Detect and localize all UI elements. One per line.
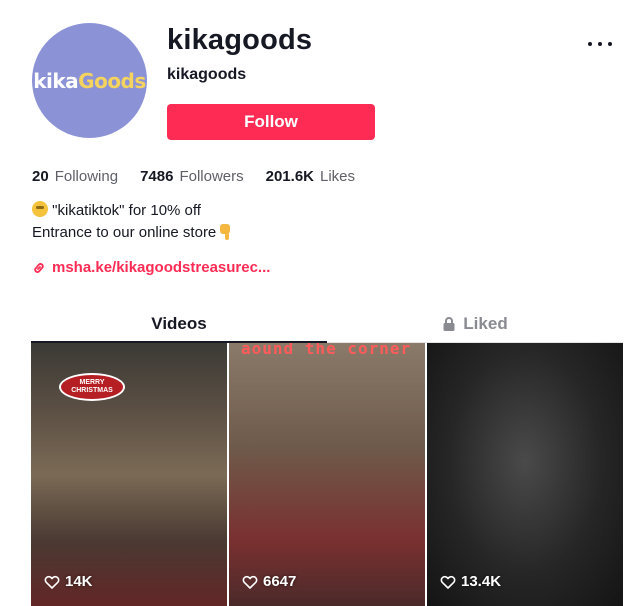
video-views: 6647 [242,573,296,590]
video-grid: MERRY CHRISTMAS 14K aound the corner 664… [31,343,623,606]
smiling-face-emoji-icon [32,201,48,217]
likes-count: 201.6K [265,168,314,185]
video-views-count: 6647 [263,573,297,590]
heart-outline-icon [242,575,258,589]
heart-outline-icon [440,575,456,589]
video-card[interactable]: 13.4K [427,343,623,606]
video-views-count: 13.4K [461,573,502,590]
pointing-down-emoji-icon [220,224,232,240]
link-icon [34,262,44,273]
video-card[interactable]: MERRY CHRISTMAS 14K [31,343,227,606]
video-views-count: 14K [65,573,93,590]
merry-christmas-sign: MERRY CHRISTMAS [59,373,125,401]
logo-text-goods: Goods [78,68,146,93]
followers-count[interactable]: 7486 [140,168,173,185]
lock-icon [443,317,455,331]
profile-link[interactable]: msha.ke/kikagoodstreasurec... [32,259,270,276]
video-views: 13.4K [440,573,501,590]
following-count[interactable]: 20 [32,168,49,185]
follow-button[interactable]: Follow [167,104,375,140]
profile-link-text[interactable]: msha.ke/kikagoodstreasurec... [52,259,270,276]
video-overlay-text: aound the corner [241,343,412,358]
bio-line-2: Entrance to our online store [32,224,217,241]
heart-outline-icon [44,575,60,589]
likes-label: Likes [320,168,356,185]
tab-liked[interactable]: Liked [327,306,623,342]
tab-liked-label: Liked [463,314,508,333]
logo-text-kika: kika [33,68,79,93]
more-options-icon[interactable] [588,34,612,54]
video-card[interactable]: aound the corner 6647 [229,343,425,606]
tab-videos-label: Videos [151,314,207,333]
tab-videos[interactable]: Videos [31,306,327,343]
video-views: 14K [44,573,93,590]
brand-logo: kikaGoods [33,69,146,93]
bio-line-1: "kikatiktok" for 10% off [52,202,201,219]
profile-username: kikagoods [167,24,313,56]
profile-stats: 20 Following 7486 Followers 201.6K Likes [32,168,377,185]
avatar[interactable]: kikaGoods [32,23,147,138]
profile-bio: "kikatiktok" for 10% off Entrance to our… [32,200,232,244]
profile-nickname: kikagoods [167,66,247,83]
following-label[interactable]: Following [55,168,118,185]
profile-tabs: Videos Liked [31,306,623,343]
followers-label[interactable]: Followers [179,168,243,185]
